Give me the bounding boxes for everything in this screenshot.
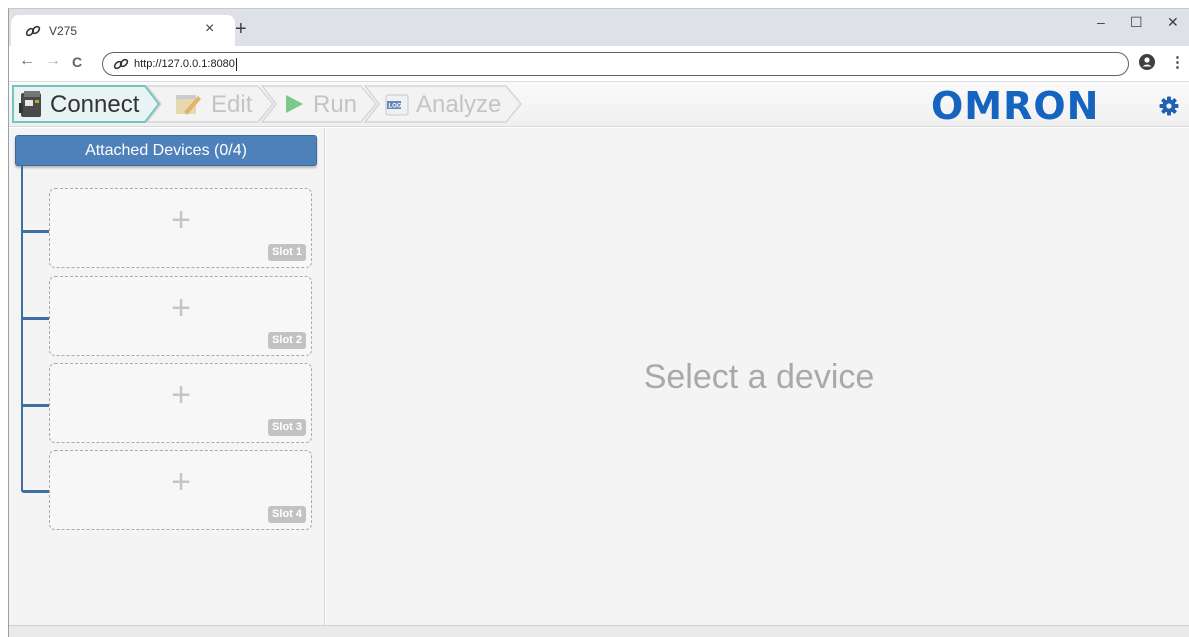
tree-connector [21,166,23,492]
new-tab-button[interactable]: + [235,19,247,39]
svg-text:LOG: LOG [389,104,402,110]
app-header: Connect Edit Run LOG Analyze OMRON [9,82,1189,127]
play-icon [286,95,303,113]
device-slot-3[interactable]: + Slot 3 [49,363,312,443]
url-text[interactable]: http://127.0.0.1:8080 [134,58,237,71]
workflow-step-analyze[interactable]: LOG Analyze [364,85,524,123]
gear-icon[interactable] [1159,96,1179,116]
printer-icon [19,91,41,117]
reload-button[interactable]: C [72,54,82,70]
tab-close-button[interactable]: × [205,20,214,38]
workflow-step-run[interactable]: Run [261,85,379,123]
device-slot-2[interactable]: + Slot 2 [49,276,312,356]
status-bar [9,625,1189,637]
close-window-button[interactable]: ✕ [1167,14,1179,31]
device-slot-4[interactable]: + Slot 4 [49,450,312,530]
tree-branch [21,404,49,407]
maximize-button[interactable]: ☐ [1130,14,1143,31]
slot-badge: Slot 1 [268,244,306,261]
minimize-button[interactable]: – [1097,14,1105,30]
browser-menu-button[interactable]: ⋮ [1170,53,1185,71]
add-device-icon: + [171,289,191,327]
slot-badge: Slot 2 [268,332,306,349]
slot-badge: Slot 4 [268,506,306,523]
edit-icon [176,95,201,115]
tree-branch [21,230,49,233]
workflow-label-analyze: Analyze [416,91,502,118]
tree-branch [21,317,49,320]
slot-badge: Slot 3 [268,419,306,436]
omron-logo: OMRON [931,84,1100,128]
browser-toolbar: ← → C http://127.0.0.1:8080 ⋮ [9,46,1189,82]
tab-title: V275 [49,24,78,38]
add-device-icon: + [171,201,191,239]
select-device-message: Select a device [643,358,875,396]
main-panel: Select a device [326,128,1189,625]
add-device-icon: + [171,376,191,414]
browser-window: V275 × + – ☐ ✕ ← → C http://127.0.0.1:80… [8,8,1189,637]
browser-tab[interactable]: V275 × [11,15,235,46]
workflow-label-connect: Connect [50,91,140,118]
log-icon: LOG [385,94,409,116]
link-icon [113,58,129,70]
tree-branch [21,490,49,493]
add-device-icon: + [171,463,191,501]
workflow-label-edit: Edit [211,91,253,118]
workflow-step-connect[interactable]: Connect [11,85,161,123]
attached-devices-header[interactable]: Attached Devices (0/4) [15,135,317,166]
device-sidebar: Attached Devices (0/4) + Slot 1 + Slot 2… [9,128,325,625]
back-button[interactable]: ← [19,52,35,70]
tab-strip: V275 × + – ☐ ✕ [9,9,1189,46]
account-icon[interactable] [1139,54,1155,70]
link-icon [25,25,41,37]
workflow-step-edit[interactable]: Edit [146,85,276,123]
device-slot-1[interactable]: + Slot 1 [49,188,312,268]
forward-button[interactable]: → [45,52,61,70]
workflow-label-run: Run [313,91,358,118]
address-bar[interactable]: http://127.0.0.1:8080 [102,52,1129,76]
